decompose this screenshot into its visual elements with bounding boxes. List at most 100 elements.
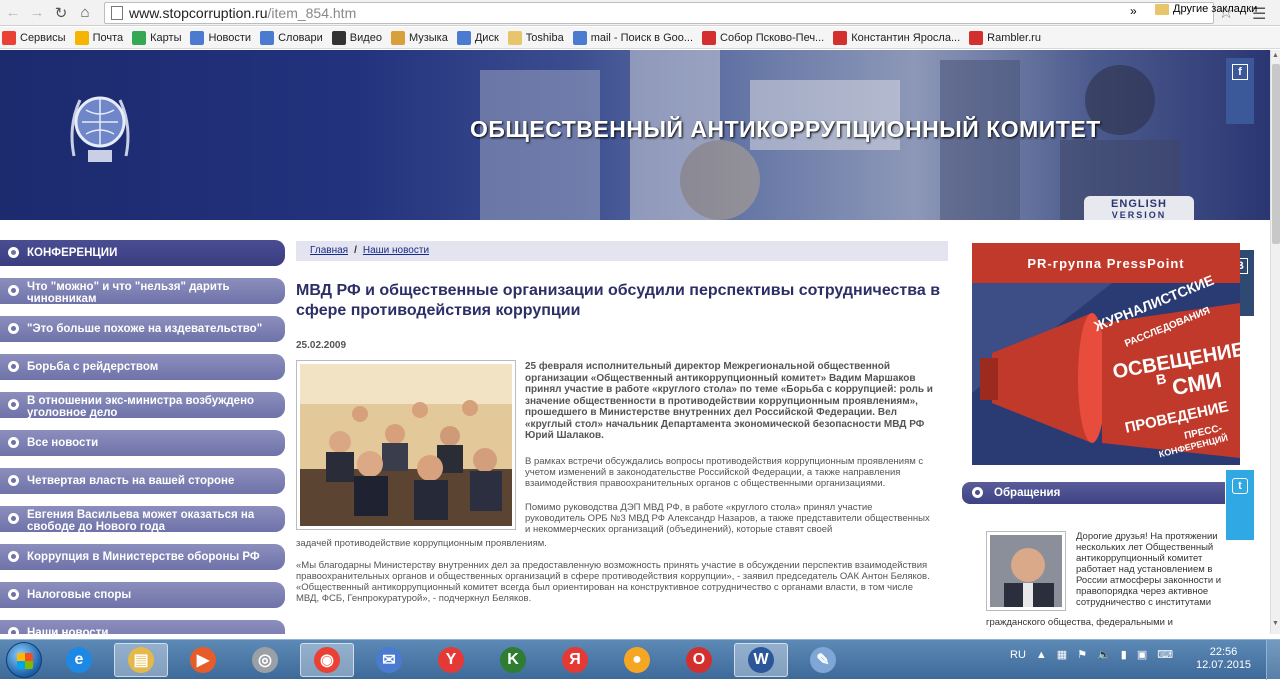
bookmark-item[interactable]: Диск	[456, 30, 499, 45]
article-photo	[296, 360, 516, 530]
breadcrumb: Главная / Наши новости	[296, 241, 948, 261]
sidebar-item[interactable]: Наши новости	[0, 620, 285, 634]
bookmark-item[interactable]: Rambler.ru	[969, 30, 1041, 45]
page-icon	[111, 6, 123, 20]
bookmark-item[interactable]: Новости	[190, 30, 251, 45]
opera-icon: O	[686, 647, 712, 673]
bookmark-item[interactable]: Видео	[331, 30, 382, 45]
bookmark-item[interactable]: Собор Псково-Печ...	[702, 30, 824, 45]
network-icon[interactable]: ▦	[1057, 648, 1067, 661]
volume-icon[interactable]: 🔈	[1097, 648, 1111, 661]
taskbar-yandex-browser-button[interactable]: Y	[424, 643, 478, 677]
url-path: /item_854.htm	[267, 5, 357, 21]
other-bookmarks-label: Другие закладки	[1173, 3, 1258, 15]
bookmark-icon	[331, 30, 346, 45]
language-indicator[interactable]: RU	[1010, 649, 1026, 661]
taskbar-itunes-button[interactable]: ◎	[238, 643, 292, 677]
web-page: ОБЩЕСТВЕННЫЙ АНТИКОРРУПЦИОННЫЙ КОМИТЕТ E…	[0, 50, 1270, 634]
sidebar-item[interactable]: Все новости	[0, 430, 285, 456]
device-icon[interactable]: ▣	[1137, 648, 1147, 661]
breadcrumb-news-link[interactable]: Наши новости	[363, 245, 429, 256]
facebook-icon: f	[1232, 64, 1248, 80]
bookmark-icon	[969, 30, 984, 45]
url-input[interactable]: www.stopcorruption.ru/item_854.htm	[104, 2, 1214, 24]
sidebar-item[interactable]: "Это больше похоже на издевательство"	[0, 316, 285, 342]
scroll-down-icon[interactable]: ▼	[1272, 620, 1279, 627]
bookmark-item[interactable]: Карты	[132, 30, 182, 45]
article-paragraph: задачей противодействие коррупционным пр…	[296, 538, 547, 549]
page-scrollbar[interactable]: ▲ ▼	[1270, 50, 1280, 634]
bookmark-item[interactable]: Почта	[74, 30, 124, 45]
flag-icon[interactable]: ⚑	[1077, 648, 1087, 661]
bookmark-label: Почта	[92, 31, 124, 44]
tray-arrow-icon[interactable]: ▲	[1036, 649, 1047, 661]
bookmark-label: mail - Поиск в Goo...	[590, 31, 694, 44]
sidebar-item-label: Коррупция в Министерстве обороны РФ	[27, 551, 260, 563]
forward-icon[interactable]: →	[26, 2, 48, 24]
english-version-tab[interactable]: ENGLISH VERSION	[1084, 196, 1194, 220]
sidebar-item[interactable]: Налоговые споры	[0, 582, 285, 608]
bookmark-item[interactable]: Словари	[260, 30, 323, 45]
bookmark-item[interactable]: Сервисы	[2, 30, 66, 45]
bookmark-label: Сервисы	[20, 31, 66, 44]
appeals-label: Обращения	[994, 487, 1061, 499]
bookmark-icon	[390, 30, 405, 45]
bookmarks-more[interactable]: »	[1130, 4, 1137, 18]
bookmark-icon	[132, 30, 147, 45]
taskbar-explorer-button[interactable]: ▤	[114, 643, 168, 677]
taskbar-kaspersky-button[interactable]: K	[486, 643, 540, 677]
sidebar-item[interactable]: Евгения Васильева может оказаться на сво…	[0, 506, 285, 532]
bullet-icon	[8, 513, 19, 524]
taskbar-chrome-button[interactable]: ◉	[300, 643, 354, 677]
sidebar-item[interactable]: Борьба с рейдерством	[0, 354, 285, 380]
bookmark-icon	[572, 30, 587, 45]
taskbar-opera-button[interactable]: O	[672, 643, 726, 677]
twitter-button[interactable]: t	[1226, 470, 1254, 540]
kaspersky-icon: K	[500, 647, 526, 673]
mail-icon: ✉	[376, 647, 402, 673]
taskbar-paint-button[interactable]: ✎	[796, 643, 850, 677]
start-button[interactable]	[6, 642, 42, 678]
taskbar-ie-button[interactable]: e	[52, 643, 106, 677]
conference-photo	[300, 364, 512, 526]
clock-date: 12.07.2015	[1196, 659, 1252, 671]
chrome-icon: ◉	[314, 647, 340, 673]
clock[interactable]: 22:56 12.07.2015	[1196, 646, 1251, 672]
appeals-header[interactable]: Обращения	[962, 482, 1225, 504]
bookmark-item[interactable]: Константин Яросла...	[833, 30, 961, 45]
sidebar-item[interactable]: Коррупция в Министерстве обороны РФ	[0, 544, 285, 570]
sidebar-item[interactable]: Четвертая власть на вашей стороне	[0, 468, 285, 494]
reload-icon[interactable]: ↻	[50, 2, 72, 24]
other-bookmarks[interactable]: Другие закладки	[1155, 3, 1257, 15]
bookmark-label: Toshiba	[525, 31, 564, 44]
taskbar-yandex-button[interactable]: Я	[548, 643, 602, 677]
scroll-up-icon[interactable]: ▲	[1272, 52, 1279, 59]
scroll-thumb[interactable]	[1272, 64, 1280, 244]
bookmark-item[interactable]: mail - Поиск в Goo...	[572, 30, 694, 45]
version-label: VERSION	[1111, 210, 1167, 220]
taskbar-media-button[interactable]: ▶	[176, 643, 230, 677]
twitter-icon: t	[1232, 478, 1248, 494]
bullet-icon	[8, 323, 19, 334]
bookmark-label: Карты	[150, 31, 182, 44]
sidebar-item-label: "Это больше похоже на издевательство"	[27, 323, 263, 335]
presspoint-banner[interactable]: PR-группа PressPoint ЖУРНАЛИСТСКИЕ РАССЛ…	[972, 243, 1240, 465]
bookmark-item[interactable]: Музыка	[390, 30, 448, 45]
article-date: 25.02.2009	[296, 340, 347, 351]
bookmark-label: Константин Яросла...	[851, 31, 961, 44]
back-icon[interactable]: ←	[2, 2, 24, 24]
sidebar-item[interactable]: В отношении экс-министра возбуждено угол…	[0, 392, 285, 418]
taskbar-word-button[interactable]: W	[734, 643, 788, 677]
show-desktop-button[interactable]	[1266, 640, 1280, 680]
keyboard-icon[interactable]: ⌨	[1157, 648, 1173, 661]
taskbar-mail-button[interactable]: ✉	[362, 643, 416, 677]
sidebar-item[interactable]: Что "можно" и что "нельзя" дарить чиновн…	[0, 278, 285, 304]
taskbar-fruit-button[interactable]: ●	[610, 643, 664, 677]
bookmark-item[interactable]: Toshiba	[507, 30, 564, 45]
battery-icon[interactable]: ▮	[1121, 648, 1127, 661]
sidebar-item[interactable]: КОНФЕРЕНЦИИ	[0, 240, 285, 266]
breadcrumb-home-link[interactable]: Главная	[310, 245, 348, 256]
facebook-button[interactable]: f	[1226, 58, 1254, 124]
sidebar-item-label: Все новости	[27, 437, 99, 449]
home-icon[interactable]: ⌂	[74, 2, 96, 24]
